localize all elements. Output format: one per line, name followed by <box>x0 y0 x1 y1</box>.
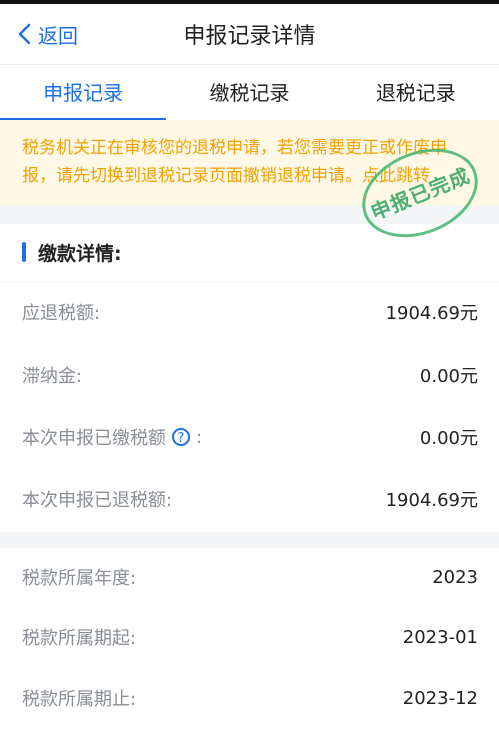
row-refund-amount: 应退税额: 1904.69元 <box>22 297 478 327</box>
row-value: 0.00元 <box>419 366 478 387</box>
row-label-text: 本次申报已缴税额 <box>22 428 166 449</box>
page: 返回 申报记录详情 申报记录 缴税记录 退税记录 税务机关正在审核您的退税申请，… <box>0 0 499 735</box>
row-label: 税款所属期止: <box>22 689 137 710</box>
tab-payment-records[interactable]: 缴税记录 <box>166 65 332 121</box>
row-value: 2023-01 <box>402 626 478 648</box>
row-label: 滞纳金: <box>22 366 83 387</box>
row-period-end: 税款所属期止: 2023-12 <box>22 683 478 713</box>
row-label: 本次申报已退税额: <box>22 490 173 511</box>
row-late-fee: 滞纳金: 0.00元 <box>22 360 478 390</box>
section-title-text: 缴款详情: <box>38 242 122 265</box>
page-title: 申报记录详情 <box>183 24 316 49</box>
tab-bar: 申报记录 缴税记录 退税记录 <box>0 64 499 121</box>
tab-declaration-records[interactable]: 申报记录 <box>0 65 167 121</box>
row-value: 0.00元 <box>419 428 478 449</box>
row-label: 应退税额: <box>22 303 101 324</box>
help-icon[interactable]: ? <box>172 428 190 446</box>
section-marker <box>22 242 26 262</box>
row-period-start: 税款所属期起: 2023-01 <box>22 622 478 652</box>
notice-banner: 税务机关正在审核您的退税申请，若您需要更正或作废申报，请先切换到退税记录页面撤销… <box>0 120 499 206</box>
row-value: 2023 <box>432 566 478 588</box>
row-label: 税款所属期起: <box>22 628 137 649</box>
row-refunded-tax: 本次申报已退税额: 1904.69元 <box>22 484 478 514</box>
row-label-suffix: : <box>196 426 203 448</box>
divider <box>0 281 499 282</box>
row-label: 税款所属年度: <box>22 568 137 589</box>
row-paid-tax: 本次申报已缴税额 ? : 0.00元 <box>22 422 478 452</box>
jump-link[interactable]: 点此跳转 <box>362 166 430 186</box>
tab-refund-records[interactable]: 退税记录 <box>333 65 499 121</box>
section-title: 缴款详情: <box>22 238 122 266</box>
row-value: 1904.69元 <box>385 490 478 511</box>
row-label: 本次申报已缴税额 ? : <box>22 424 202 450</box>
row-value: 2023-12 <box>402 687 478 709</box>
row-value: 1904.69元 <box>385 303 478 324</box>
row-tax-year: 税款所属年度: 2023 <box>22 562 478 592</box>
top-bar: 返回 申报记录详情 <box>0 0 499 64</box>
